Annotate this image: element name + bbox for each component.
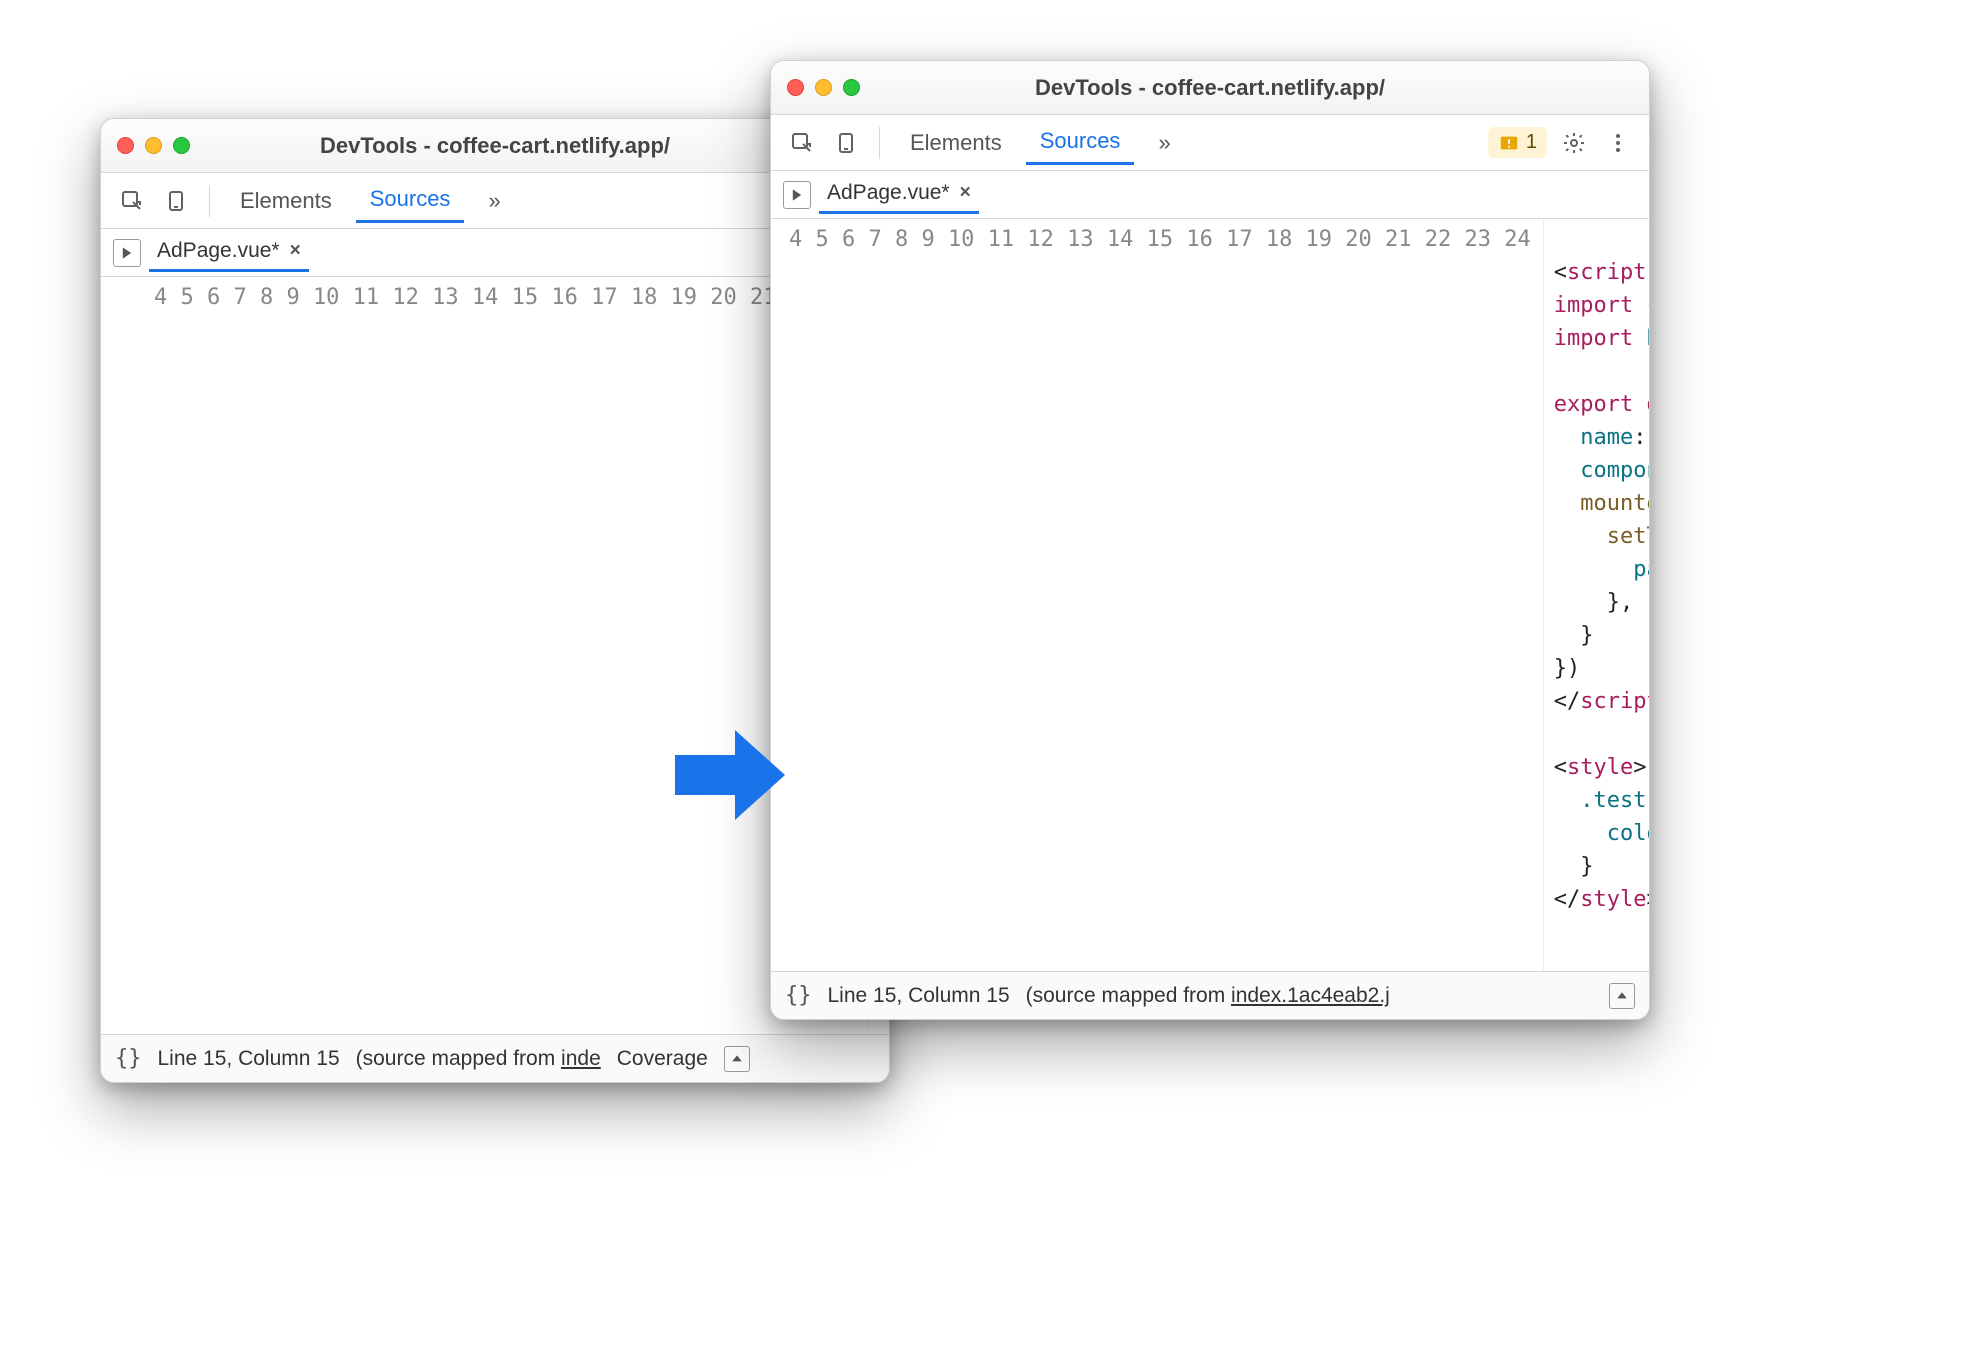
close-dot[interactable]: [117, 137, 134, 154]
expand-icon[interactable]: [1609, 983, 1635, 1009]
format-icon[interactable]: {}: [115, 1046, 142, 1071]
traffic-lights: [787, 79, 860, 96]
tab-sources[interactable]: Sources: [1026, 120, 1135, 165]
code-editor[interactable]: 4 5 6 7 8 9 10 11 12 13 14 15 16 17 18 1…: [771, 219, 1649, 971]
main-toolbar: Elements Sources » 1: [771, 115, 1649, 171]
close-icon[interactable]: ×: [290, 240, 301, 262]
close-icon[interactable]: ×: [960, 182, 971, 204]
traffic-lights: [117, 137, 190, 154]
coverage-label[interactable]: Coverage: [617, 1047, 708, 1071]
file-tab-bar: AdPage.vue* ×: [771, 171, 1649, 219]
divider: [209, 185, 210, 217]
tab-elements[interactable]: Elements: [226, 180, 346, 222]
status-bar: {} Line 15, Column 15 (source mapped fro…: [101, 1034, 889, 1082]
inspect-icon[interactable]: [785, 126, 819, 160]
device-icon[interactable]: [829, 126, 863, 160]
tab-more[interactable]: »: [1144, 122, 1184, 164]
tab-elements[interactable]: Elements: [896, 122, 1016, 164]
cursor-pos: Line 15, Column 15: [158, 1047, 340, 1071]
zoom-dot[interactable]: [843, 79, 860, 96]
window-title: DevTools - coffee-cart.netlify.app/: [771, 75, 1649, 101]
expand-icon[interactable]: [724, 1046, 750, 1072]
inspect-icon[interactable]: [115, 184, 149, 218]
status-bar: {} Line 15, Column 15 (source mapped fro…: [771, 971, 1649, 1019]
file-tab-adpage[interactable]: AdPage.vue* ×: [819, 175, 979, 214]
warning-count: 1: [1526, 131, 1537, 154]
tab-sources[interactable]: Sources: [356, 178, 465, 223]
minimize-dot[interactable]: [815, 79, 832, 96]
device-icon[interactable]: [159, 184, 193, 218]
zoom-dot[interactable]: [173, 137, 190, 154]
tab-more[interactable]: »: [474, 180, 514, 222]
arrow-icon: [670, 720, 790, 830]
navigator-icon[interactable]: [113, 239, 141, 267]
source-map-link[interactable]: inde: [561, 1047, 601, 1070]
warning-badge[interactable]: 1: [1488, 127, 1547, 158]
line-gutter: 4 5 6 7 8 9 10 11 12 13 14 15 16 17 18 1…: [771, 219, 1544, 971]
source-map-text: (source mapped from inde: [356, 1047, 601, 1071]
source-map-link[interactable]: index.1ac4eab2.j: [1231, 984, 1390, 1007]
cursor-pos: Line 15, Column 15: [828, 984, 1010, 1008]
file-tab-label: AdPage.vue*: [827, 181, 950, 205]
code-content[interactable]: <script lang="ts"> import { defineCompon…: [1544, 219, 1649, 971]
file-tab-adpage[interactable]: AdPage.vue* ×: [149, 233, 309, 272]
source-map-text: (source mapped from index.1ac4eab2.j: [1026, 984, 1390, 1008]
kebab-icon[interactable]: [1601, 126, 1635, 160]
divider: [879, 127, 880, 159]
navigator-icon[interactable]: [783, 181, 811, 209]
file-tab-label: AdPage.vue*: [157, 239, 280, 263]
line-gutter: 4 5 6 7 8 9 10 11 12 13 14 15 16 17 18 1…: [101, 277, 869, 1034]
close-dot[interactable]: [787, 79, 804, 96]
gear-icon[interactable]: [1557, 126, 1591, 160]
titlebar: DevTools - coffee-cart.netlify.app/: [771, 61, 1649, 115]
format-icon[interactable]: {}: [785, 983, 812, 1008]
minimize-dot[interactable]: [145, 137, 162, 154]
devtools-window-right: DevTools - coffee-cart.netlify.app/ Elem…: [770, 60, 1650, 1020]
